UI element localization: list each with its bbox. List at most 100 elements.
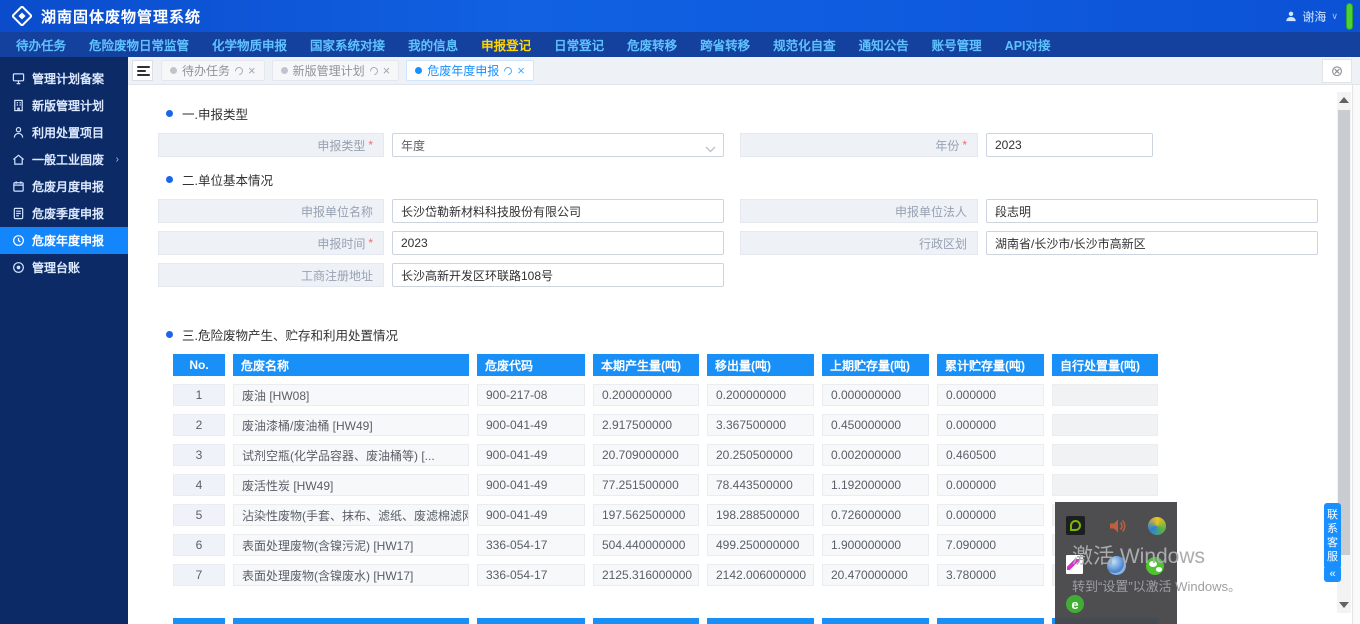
cell-cum-storage: 0.000000	[937, 504, 1044, 526]
nav-item[interactable]: 跨省转移	[700, 35, 750, 54]
monitor-icon	[12, 72, 25, 85]
tab-label: 危废年度申报	[427, 62, 499, 79]
field-label: 行政区划	[919, 235, 967, 252]
section-bullet-icon	[166, 110, 173, 117]
cell-no: 7	[173, 564, 225, 586]
unit-name-input[interactable]	[392, 199, 724, 223]
app-logo-icon	[12, 6, 32, 26]
refresh-icon[interactable]	[368, 65, 379, 76]
cell-produced: 197.562500000	[593, 504, 699, 526]
year-input[interactable]	[986, 133, 1153, 157]
section-title-text: 三.危险废物产生、贮存和利用处置情况	[182, 325, 398, 344]
nav-item-active[interactable]: 申报登记	[481, 35, 531, 54]
close-icon[interactable]: ×	[248, 64, 256, 77]
user-icon	[1285, 10, 1297, 22]
collapse-panel-button[interactable]: «	[1324, 566, 1341, 582]
scroll-down-icon[interactable]	[1339, 602, 1349, 608]
nav-item[interactable]: 化学物质申报	[212, 35, 287, 54]
nav-item[interactable]: 国家系统对接	[310, 35, 385, 54]
cell-produced: 2125.316000000	[593, 564, 699, 586]
nav-item[interactable]: 我的信息	[408, 35, 458, 54]
game-app-icon[interactable]	[1148, 517, 1166, 535]
section-unit-info: 二.单位基本情况	[166, 170, 1360, 189]
column-header: 移出量(吨)	[707, 354, 814, 376]
scroll-up-icon[interactable]	[1339, 97, 1349, 103]
nvidia-icon[interactable]	[1066, 516, 1085, 535]
declare-time-input[interactable]	[392, 231, 724, 255]
refresh-icon[interactable]	[233, 65, 244, 76]
app-header: 湖南固体废物管理系统 谢海 ∨	[0, 0, 1360, 32]
tab-new-plan[interactable]: 新版管理计划 ×	[272, 60, 400, 81]
section-waste-table: 三.危险废物产生、贮存和利用处置情况	[166, 325, 1360, 344]
nav-item[interactable]: 待办任务	[16, 35, 66, 54]
collapse-sidebar-button[interactable]	[132, 60, 153, 81]
total-label: 合计:	[173, 618, 225, 624]
cell-no: 1	[173, 384, 225, 406]
region-input[interactable]	[986, 231, 1318, 255]
sidebar-item-disposal-project[interactable]: 利用处置项目	[0, 119, 128, 146]
sidebar: 管理计划备案 新版管理计划 利用处置项目 一般工业固废 › 危废月度申报 危废季…	[0, 57, 128, 624]
field-year: 年份*	[740, 133, 1153, 157]
volume-icon[interactable]	[1109, 518, 1127, 539]
contact-support-button[interactable]: 联系客服	[1324, 503, 1341, 569]
paint-doc-icon[interactable]	[1066, 555, 1083, 574]
section-bullet-icon	[166, 176, 173, 183]
refresh-icon[interactable]	[503, 65, 514, 76]
sidebar-item-quarterly-declare[interactable]: 危废季度申报	[0, 200, 128, 227]
section-bullet-icon	[166, 331, 173, 338]
browser-globe-icon[interactable]	[1107, 556, 1126, 575]
sidebar-item-annual-declare[interactable]: 危废年度申报	[0, 227, 128, 254]
sidebar-item-label: 一般工业固废	[32, 151, 104, 168]
scrollbar-thumb[interactable]	[1338, 110, 1350, 555]
nav-item[interactable]: 规范化自查	[773, 35, 836, 54]
field-label: 申报单位法人	[895, 203, 967, 220]
cell-produced: 0.200000000	[593, 384, 699, 406]
nav-item[interactable]: 通知公告	[859, 35, 909, 54]
tab-dot-icon	[415, 67, 422, 74]
table-row: 1 废油 [HW08] 900-217-08 0.200000000 0.200…	[173, 384, 1360, 406]
sidebar-item-industrial-waste[interactable]: 一般工业固废 ›	[0, 146, 128, 173]
close-icon[interactable]: ×	[383, 64, 391, 77]
cell-no: 2	[173, 414, 225, 436]
close-icon[interactable]: ×	[517, 64, 525, 77]
nav-item[interactable]: 账号管理	[932, 35, 982, 54]
field-legal-person: 申报单位法人	[740, 199, 1318, 223]
total-prev-storage: 24.740000	[822, 618, 929, 624]
nav-item[interactable]: API对接	[1005, 35, 1051, 54]
cell-code: 336-054-17	[477, 534, 585, 556]
green-browser-icon[interactable]: e	[1066, 595, 1084, 613]
tab-options-button[interactable]: ⊗	[1322, 59, 1352, 83]
total-produced: 2928.396500	[593, 618, 699, 624]
tab-dot-icon	[170, 67, 177, 74]
user-menu[interactable]: 谢海 ∨	[1285, 0, 1338, 32]
edge-indicator	[1346, 3, 1353, 30]
cell-prev-storage: 1.192000000	[822, 474, 929, 496]
address-input[interactable]	[392, 263, 724, 287]
cell-produced: 77.251500000	[593, 474, 699, 496]
nav-item[interactable]: 危险废物日常监管	[89, 35, 189, 54]
tab-label: 待办任务	[182, 62, 230, 79]
cell-code: 900-217-08	[477, 384, 585, 406]
declare-type-select[interactable]: 年度	[392, 133, 724, 157]
sidebar-item-ledger[interactable]: 管理台账	[0, 254, 128, 281]
system-tray-popup: e	[1055, 502, 1177, 624]
sidebar-item-plan-record[interactable]: 管理计划备案	[0, 65, 128, 92]
table-header-row: No. 危废名称 危废代码 本期产生量(吨) 移出量(吨) 上期贮存量(吨) 累…	[173, 354, 1360, 376]
field-unit-name: 申报单位名称	[158, 199, 724, 223]
cell-cum-storage: 0.000000	[937, 384, 1044, 406]
wechat-icon[interactable]	[1146, 557, 1164, 575]
nav-item[interactable]: 危废转移	[627, 35, 677, 54]
building-icon	[12, 99, 25, 112]
sidebar-item-monthly-declare[interactable]: 危废月度申报	[0, 173, 128, 200]
column-header: 危废名称	[233, 354, 469, 376]
tab-annual-declare[interactable]: 危废年度申报 ×	[406, 60, 534, 81]
tab-label: 新版管理计划	[293, 62, 365, 79]
report-icon	[12, 207, 25, 220]
legal-person-input[interactable]	[986, 199, 1318, 223]
chevron-right-icon: ›	[116, 154, 119, 165]
sidebar-item-new-plan[interactable]: 新版管理计划	[0, 92, 128, 119]
tab-todo-tasks[interactable]: 待办任务 ×	[161, 60, 265, 81]
column-header: 危废代码	[477, 354, 585, 376]
cell-self-disposal	[1052, 444, 1158, 466]
nav-item[interactable]: 日常登记	[554, 35, 604, 54]
